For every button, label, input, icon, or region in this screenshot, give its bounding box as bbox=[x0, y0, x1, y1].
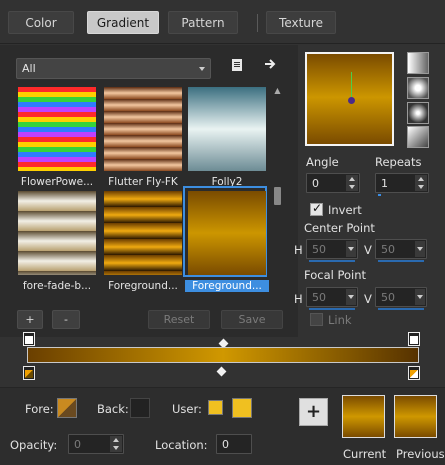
focal-point-label: Focal Point bbox=[304, 268, 367, 282]
center-handle[interactable] bbox=[348, 97, 355, 104]
arrow-right-icon[interactable] bbox=[264, 57, 278, 75]
library-filter-dropdown[interactable]: All bbox=[16, 58, 211, 79]
center-h-dropdown[interactable] bbox=[346, 241, 356, 257]
gradient-thumbnail-label[interactable]: Folly2 bbox=[185, 176, 269, 188]
save-button[interactable]: Save bbox=[221, 310, 283, 329]
center-h-label: H bbox=[294, 243, 303, 257]
radial-shape-button[interactable] bbox=[407, 77, 429, 99]
gradient-thumbnail[interactable] bbox=[101, 84, 182, 171]
user-color-small[interactable] bbox=[208, 400, 223, 415]
gradient-swatch bbox=[18, 191, 96, 275]
color-stop-right[interactable] bbox=[408, 366, 420, 380]
center-h-slider bbox=[309, 260, 355, 262]
previous-label: Previous bbox=[396, 447, 445, 461]
remove-gradient-button[interactable]: - bbox=[52, 310, 80, 329]
back-color-swatch[interactable] bbox=[130, 398, 150, 418]
angle-label: Angle bbox=[306, 155, 339, 169]
repeats-slider-indicator bbox=[378, 194, 381, 196]
focal-h-slider bbox=[309, 308, 355, 310]
link-label: Link bbox=[328, 313, 352, 327]
current-gradient-swatch bbox=[342, 395, 385, 438]
center-h-spinbox[interactable]: 50 bbox=[306, 239, 358, 262]
invert-checkbox[interactable]: ✓ bbox=[310, 201, 323, 216]
scroll-up-arrow[interactable]: ▲ bbox=[273, 87, 282, 95]
tab-pattern[interactable]: Pattern bbox=[168, 11, 238, 34]
tab-divider bbox=[257, 14, 258, 32]
gradient-thumbnail-label[interactable]: FlowerPowe... bbox=[15, 176, 99, 188]
gradient-thumbnail-label[interactable]: Foreground... bbox=[185, 280, 269, 292]
gradient-swatch bbox=[188, 87, 266, 171]
focal-v-label: V bbox=[364, 292, 372, 306]
gradient-thumbnail[interactable] bbox=[185, 84, 266, 171]
focal-v-slider bbox=[378, 308, 424, 310]
center-point-label: Center Point bbox=[304, 221, 375, 235]
opacity-stop-right[interactable] bbox=[408, 332, 420, 346]
add-to-library-button[interactable]: + bbox=[299, 398, 328, 426]
previous-gradient-swatch[interactable] bbox=[394, 395, 437, 438]
rectangular-shape-button[interactable] bbox=[407, 102, 429, 124]
gradient-swatch bbox=[18, 87, 96, 171]
fore-label: Fore: bbox=[25, 402, 54, 416]
gradient-thumbnail-label[interactable]: fore-fade-b... bbox=[15, 280, 99, 292]
focal-v-spinbox[interactable]: 50 bbox=[375, 287, 427, 310]
tab-color[interactable]: Color bbox=[8, 11, 74, 34]
angle-line bbox=[351, 72, 352, 100]
opacity-spinbox[interactable]: 0 bbox=[68, 434, 124, 454]
gradient-thumbnail[interactable] bbox=[183, 186, 267, 277]
angle-increment[interactable] bbox=[346, 175, 358, 183]
focal-h-label: H bbox=[294, 292, 303, 306]
add-gradient-button[interactable]: + bbox=[17, 310, 43, 329]
color-stop-left[interactable] bbox=[23, 366, 35, 380]
gradient-swatch bbox=[188, 191, 266, 275]
document-icon[interactable] bbox=[231, 58, 243, 76]
sunburst-shape-button[interactable] bbox=[407, 126, 429, 148]
gradient-thumbnail[interactable] bbox=[15, 84, 96, 171]
gradient-thumbnail[interactable] bbox=[101, 188, 182, 275]
gradient-thumbnail-label[interactable]: Flutter Fly-FK bbox=[101, 176, 185, 188]
current-label: Current bbox=[343, 447, 387, 461]
library-scrollbar-thumb[interactable] bbox=[274, 187, 281, 205]
opacity-label: Opacity: bbox=[10, 438, 58, 452]
library-filter-value: All bbox=[22, 62, 36, 75]
gradient-bar[interactable] bbox=[27, 347, 419, 363]
tab-bar: Color Gradient Pattern Texture bbox=[0, 0, 445, 44]
gradient-swatch bbox=[104, 191, 182, 275]
gradient-thumbnail-label[interactable]: Foreground... bbox=[101, 280, 185, 292]
repeats-decrement[interactable] bbox=[415, 183, 427, 191]
location-label: Location: bbox=[155, 438, 208, 452]
location-field[interactable]: 0 bbox=[216, 434, 252, 454]
tab-texture[interactable]: Texture bbox=[266, 11, 336, 34]
angle-decrement[interactable] bbox=[346, 183, 358, 191]
angle-spinbox[interactable]: 0 bbox=[306, 173, 360, 193]
opacity-stop-left[interactable] bbox=[23, 332, 35, 346]
tab-gradient[interactable]: Gradient bbox=[87, 11, 159, 34]
user-label: User: bbox=[172, 402, 202, 416]
user-color-swatch[interactable] bbox=[232, 398, 252, 418]
repeats-increment[interactable] bbox=[415, 175, 427, 183]
center-v-slider bbox=[378, 260, 424, 262]
opacity-decrement[interactable] bbox=[110, 444, 122, 452]
reset-button[interactable]: Reset bbox=[148, 310, 210, 329]
invert-label: Invert bbox=[328, 203, 362, 217]
chevron-down-icon bbox=[199, 67, 205, 71]
gradient-swatch bbox=[104, 87, 182, 171]
opacity-increment[interactable] bbox=[110, 436, 122, 444]
gradient-preview[interactable] bbox=[305, 52, 394, 146]
focal-h-dropdown[interactable] bbox=[346, 289, 356, 305]
color-midpoint[interactable] bbox=[216, 366, 227, 377]
link-checkbox[interactable] bbox=[310, 313, 323, 326]
back-label: Back: bbox=[97, 402, 129, 416]
focal-v-dropdown[interactable] bbox=[415, 289, 425, 305]
linear-shape-button[interactable] bbox=[407, 52, 429, 74]
focal-h-spinbox[interactable]: 50 bbox=[306, 287, 358, 310]
center-v-dropdown[interactable] bbox=[415, 241, 425, 257]
repeats-label: Repeats bbox=[375, 155, 422, 169]
gradient-thumbnail[interactable] bbox=[15, 188, 96, 275]
center-v-label: V bbox=[364, 243, 372, 257]
repeats-spinbox[interactable]: 1 bbox=[375, 173, 429, 196]
center-v-spinbox[interactable]: 50 bbox=[375, 239, 427, 262]
fore-color-swatch[interactable] bbox=[57, 398, 77, 418]
